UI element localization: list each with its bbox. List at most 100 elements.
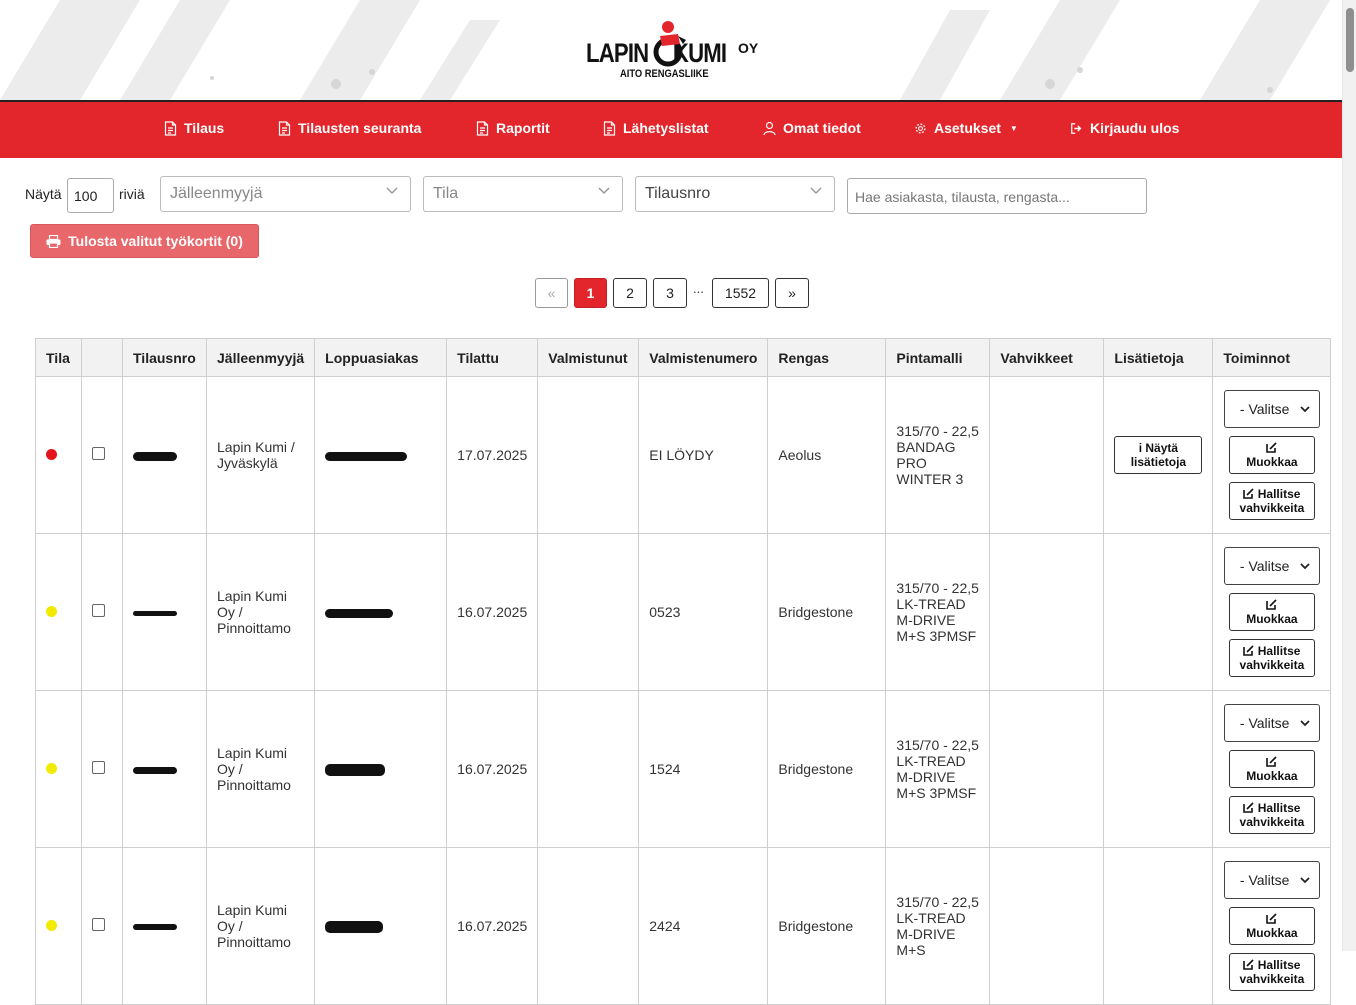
tread-model: 315/70 - 22,5 BANDAG PRO WINTER 3 [885,376,991,534]
rows-label: riviä [119,186,145,202]
column-header-reinforcements[interactable]: Vahvikkeet [989,338,1105,377]
column-header-ordered[interactable]: Tilattu [446,338,539,377]
edit-icon [1243,645,1254,656]
vertical-scrollbar[interactable] [1342,0,1356,951]
tread-model: 315/70 - 22,5 LK-TREAD M-DRIVE M+S [885,847,991,1005]
pagination-last-page[interactable]: 1552 [712,278,769,308]
ordered-date: 16.07.2025 [446,847,539,1005]
lapin-kumi-logo[interactable]: LAPIN KUMI OY AITO RENGASLIIKE [586,18,761,88]
column-header-reseller[interactable]: Jälleenmyyjä [205,338,316,377]
reseller-cell: Lapin Kumi Oy / Pinnoittamo [205,847,316,1005]
finished-cell [537,533,640,691]
column-header-end-customer[interactable]: Loppuasiakas [314,338,448,377]
show-additional-info-button[interactable]: i Näytä lisätietoja [1114,436,1203,474]
tire-brand: Bridgestone [767,847,887,1005]
status-indicator [46,920,57,931]
column-header-order-number[interactable]: Tilausnro [122,338,207,377]
reseller-select[interactable]: Jälleenmyyjä [160,176,411,212]
nav-item-raportit[interactable]: Raportit [476,120,550,136]
nav-item-kirjaudu-ulos[interactable]: Kirjaudu ulos [1070,120,1179,136]
site-header: LAPIN KUMI OY AITO RENGASLIIKE [0,0,1342,100]
action-select[interactable]: - Valitse [1223,861,1320,899]
pagination-page-3[interactable]: 3 [653,278,687,308]
tire-brand: Aeolus [767,376,887,534]
edit-button[interactable]: Muokkaa [1228,907,1315,945]
edit-icon [1266,599,1277,610]
tread-model: 315/70 - 22,5 LK-TREAD M-DRIVE M+S 3PMSF [885,533,991,691]
edit-icon [1243,959,1254,970]
row-checkbox[interactable] [92,604,105,617]
chevron-down-icon [1300,876,1310,883]
reinforcements-cell [989,690,1105,848]
gear-icon [915,122,926,134]
printer-icon [46,234,61,248]
column-header-tread-model[interactable]: Pintamalli [885,338,991,377]
order-number-link[interactable] [133,918,177,934]
additional-info-cell [1103,847,1214,1005]
nav-item-tilaus[interactable]: Tilaus [164,120,224,136]
edit-button[interactable]: Muokkaa [1228,750,1315,788]
chevron-down-icon [1300,405,1310,412]
manufacturing-number: EI LÖYDY [638,376,769,534]
column-header-tire[interactable]: Rengas [767,338,887,377]
rows-per-page-input[interactable]: 100 [67,178,114,213]
row-checkbox[interactable] [92,447,105,460]
nav-item-asetukset[interactable]: Asetukset ▼ [914,120,1018,136]
row-checkbox[interactable] [92,761,105,774]
pagination-next[interactable]: » [775,278,809,308]
manage-reinforcements-button[interactable]: Hallitse vahvikkeita [1228,639,1315,677]
finished-cell [537,847,640,1005]
orders-table: Tila Tilausnro Jälleenmyyjä Loppuasiakas… [35,338,1332,1005]
search-input[interactable]: Hae asiakasta, tilausta, rengasta... [847,178,1147,214]
reinforcements-cell [989,847,1105,1005]
order-number-link[interactable] [133,604,177,620]
row-checkbox[interactable] [92,918,105,931]
manage-reinforcements-button[interactable]: Hallitse vahvikkeita [1228,796,1315,834]
redacted-end-customer [325,608,394,618]
redacted-order-number [133,451,177,461]
chevron-down-icon [386,187,398,195]
chevron-down-icon [1300,562,1310,569]
order-number-select[interactable]: Tilausnro [635,176,835,212]
edit-button[interactable]: Muokkaa [1228,436,1315,474]
column-header-finished[interactable]: Valmistunut [537,338,640,377]
nav-item-omat-tiedot[interactable]: Omat tiedot [763,120,861,136]
finished-cell [537,376,640,534]
logo-subtitle: AITO RENGASLIIKE [620,68,709,80]
manufacturing-number: 2424 [638,847,769,1005]
status-select[interactable]: Tila [423,176,623,212]
status-indicator [46,449,57,460]
document-icon [164,120,177,136]
action-select[interactable]: - Valitse [1223,390,1320,428]
pagination-page-2[interactable]: 2 [613,278,647,308]
order-number-link[interactable] [133,761,177,777]
nav-item-tilausten-seuranta[interactable]: Tilausten seuranta [278,120,421,136]
column-header-manufacturing-number[interactable]: Valmistenumero [638,338,769,377]
scrollbar-thumb[interactable] [1346,8,1354,72]
manage-reinforcements-button[interactable]: Hallitse vahvikkeita [1228,953,1315,991]
tire-brand: Bridgestone [767,533,887,691]
redacted-order-number [133,766,177,774]
logout-icon [1071,122,1082,134]
reseller-cell: Lapin Kumi Oy / Pinnoittamo [205,533,316,691]
chevron-down-icon [810,187,822,195]
manufacturing-number: 1524 [638,690,769,848]
nav-item-lahetyslistat[interactable]: Lähetyslistat [603,120,709,136]
action-select[interactable]: - Valitse [1223,704,1320,742]
manage-reinforcements-button[interactable]: Hallitse vahvikkeita [1228,482,1315,520]
redacted-order-number [133,610,177,616]
edit-button[interactable]: Muokkaa [1228,593,1315,631]
logo-mascot-icon [653,21,686,67]
column-header-status[interactable]: Tila [35,338,82,377]
tread-model: 315/70 - 22,5 LK-TREAD M-DRIVE M+S 3PMSF [885,690,991,848]
column-header-additional-info[interactable]: Lisätietoja [1103,338,1214,377]
edit-icon [1243,802,1254,813]
pagination-page-1[interactable]: 1 [574,278,607,308]
additional-info-cell [1103,690,1214,848]
pagination-prev[interactable]: « [535,278,568,308]
pagination-ellipsis: ... [693,281,704,296]
action-select[interactable]: - Valitse [1223,547,1320,585]
order-number-link[interactable] [133,447,177,463]
redacted-end-customer [325,921,384,934]
print-selected-workcards-button[interactable]: Tulosta valitut työkortit (0) [30,224,259,258]
